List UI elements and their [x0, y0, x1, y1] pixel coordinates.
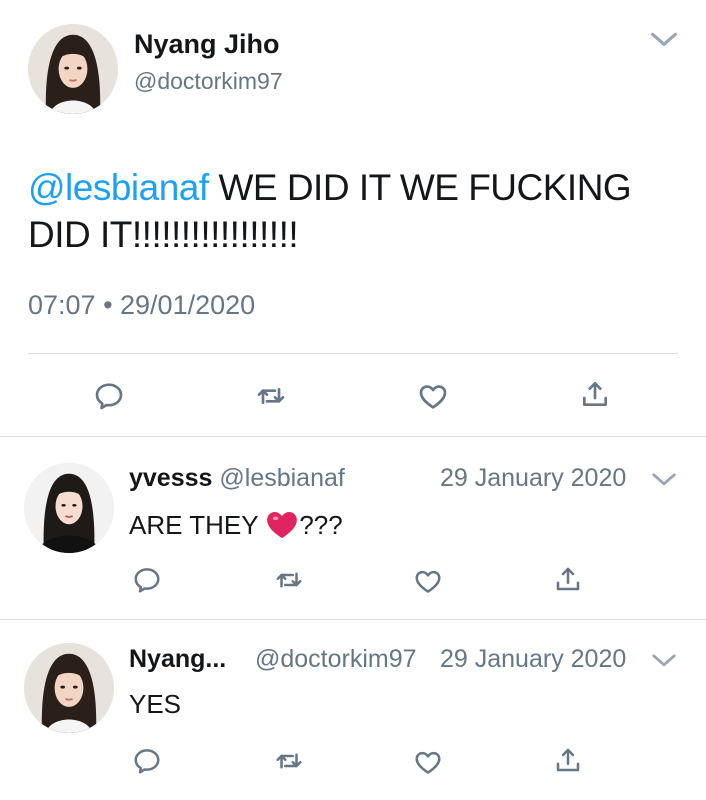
tweet-text: YES: [129, 689, 182, 719]
retweet-icon[interactable]: [274, 746, 304, 776]
tweet-date[interactable]: 29 January 2020: [440, 645, 626, 674]
chevron-down-icon[interactable]: [651, 652, 677, 670]
tweet-text-part: ???: [299, 510, 343, 540]
user-handle[interactable]: @doctorkim97: [255, 645, 417, 674]
heart-emoji: [265, 508, 299, 547]
tweet-text: @lesbianaf WE DID IT WE FUCKING DID IT!!…: [28, 164, 678, 258]
mention-link[interactable]: @lesbianaf: [28, 167, 209, 208]
like-icon[interactable]: [413, 747, 443, 777]
avatar[interactable]: [28, 24, 118, 114]
user-handle[interactable]: @doctorkim97: [134, 68, 283, 95]
like-icon[interactable]: [417, 380, 449, 412]
tweet-timestamp[interactable]: 07:07 • 29/01/2020: [28, 290, 255, 321]
like-icon[interactable]: [413, 566, 443, 596]
display-name[interactable]: yvesss: [129, 464, 212, 492]
tweet-text-line2: DID IT!!!!!!!!!!!!!!!!!: [28, 214, 299, 255]
display-name[interactable]: Nyang Jiho: [134, 29, 280, 60]
reply-icon[interactable]: [93, 380, 125, 412]
retweet-icon[interactable]: [255, 380, 287, 412]
reply-header: Nyang...: [129, 645, 226, 674]
reply-icon[interactable]: [132, 746, 162, 776]
reply-header: yvesss @lesbianaf: [129, 464, 345, 493]
tweet-text-part: ARE THEY: [129, 510, 259, 540]
chevron-down-icon[interactable]: [649, 30, 679, 50]
divider: [0, 619, 706, 620]
avatar[interactable]: [24, 643, 114, 733]
divider: [0, 436, 706, 437]
tweet-text-line1: WE DID IT WE FUCKING: [218, 167, 632, 208]
tweet-date[interactable]: 29 January 2020: [440, 464, 626, 493]
user-handle[interactable]: @lesbianaf: [219, 464, 344, 492]
tweet-text: ARE THEY ???: [129, 508, 343, 547]
display-name[interactable]: Nyang...: [129, 645, 226, 673]
chevron-down-icon[interactable]: [651, 471, 677, 489]
divider: [28, 353, 678, 354]
reply-icon[interactable]: [132, 565, 162, 595]
share-icon[interactable]: [579, 378, 611, 410]
share-icon[interactable]: [553, 564, 583, 594]
share-icon[interactable]: [553, 745, 583, 775]
avatar[interactable]: [24, 463, 114, 553]
retweet-icon[interactable]: [274, 565, 304, 595]
